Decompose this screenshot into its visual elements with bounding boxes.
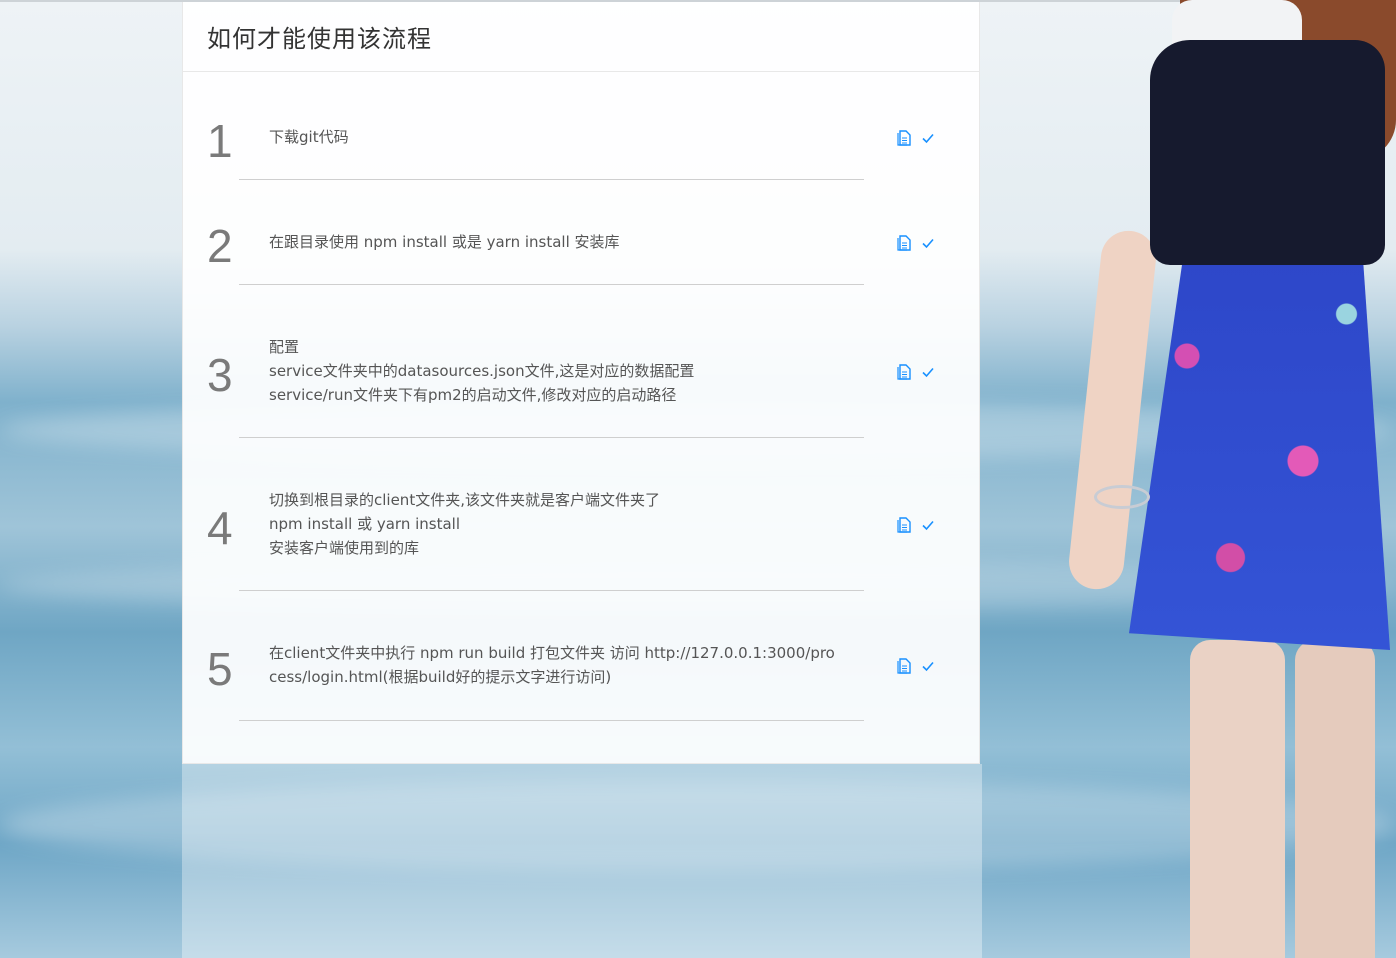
step-divider (239, 437, 864, 438)
step-text: 配置 service文件夹中的datasources.json文件,这是对应的数… (269, 335, 839, 407)
figure-leg (1190, 640, 1285, 958)
background-photo-figure (1066, 0, 1396, 958)
step-number: 2 (207, 220, 233, 272)
step-text-line: 切换到根目录的client文件夹,该文件夹就是客户端文件夹了 (269, 491, 660, 509)
step-divider (239, 590, 864, 591)
step-actions (897, 658, 935, 674)
card-title: 如何才能使用该流程 (207, 25, 432, 53)
step-actions (897, 235, 935, 251)
figure-bracelet (1094, 485, 1150, 509)
step-text-line: 在client文件夹中执行 npm run build 打包文件夹 访问 htt… (269, 644, 835, 686)
step-text: 在跟目录使用 npm install 或是 yarn install 安装库 (269, 230, 839, 254)
step-text: 在client文件夹中执行 npm run build 打包文件夹 访问 htt… (269, 641, 839, 689)
step-text-line: 在跟目录使用 npm install 或是 yarn install 安装库 (269, 233, 620, 251)
card-extension (182, 764, 982, 958)
file-copy-icon[interactable] (897, 658, 911, 674)
step-divider (239, 284, 864, 285)
steps-card: 如何才能使用该流程 1 下载git代码 2 在跟目录使用 npm install… (182, 2, 980, 764)
step-number: 5 (207, 643, 233, 695)
file-copy-icon[interactable] (897, 130, 911, 146)
check-icon[interactable] (921, 519, 935, 531)
step-number: 4 (207, 502, 233, 554)
step-text-line: 下载git代码 (269, 128, 349, 146)
step-text-line: npm install 或 yarn install (269, 515, 460, 533)
check-icon[interactable] (921, 366, 935, 378)
check-icon[interactable] (921, 660, 935, 672)
step-divider (239, 179, 864, 180)
figure-vest (1150, 40, 1385, 265)
step-text-line: service/run文件夹下有pm2的启动文件,修改对应的启动路径 (269, 386, 677, 404)
card-header: 如何才能使用该流程 (183, 2, 979, 72)
step-text: 切换到根目录的client文件夹,该文件夹就是客户端文件夹了 npm insta… (269, 488, 839, 560)
step-text-line: 安装客户端使用到的库 (269, 539, 420, 557)
figure-leg (1295, 640, 1375, 958)
check-icon[interactable] (921, 132, 935, 144)
step-text-line: 配置 (269, 338, 300, 356)
step-actions (897, 364, 935, 380)
step-actions (897, 517, 935, 533)
check-icon[interactable] (921, 237, 935, 249)
file-copy-icon[interactable] (897, 235, 911, 251)
step-text-line: service文件夹中的datasources.json文件,这是对应的数据配置 (269, 362, 695, 380)
step-number: 1 (207, 115, 233, 167)
step-text: 下载git代码 (269, 125, 839, 149)
step-actions (897, 130, 935, 146)
step-divider (239, 720, 864, 721)
step-number: 3 (207, 349, 233, 401)
background: 如何才能使用该流程 1 下载git代码 2 在跟目录使用 npm install… (0, 0, 1396, 958)
file-copy-icon[interactable] (897, 364, 911, 380)
file-copy-icon[interactable] (897, 517, 911, 533)
